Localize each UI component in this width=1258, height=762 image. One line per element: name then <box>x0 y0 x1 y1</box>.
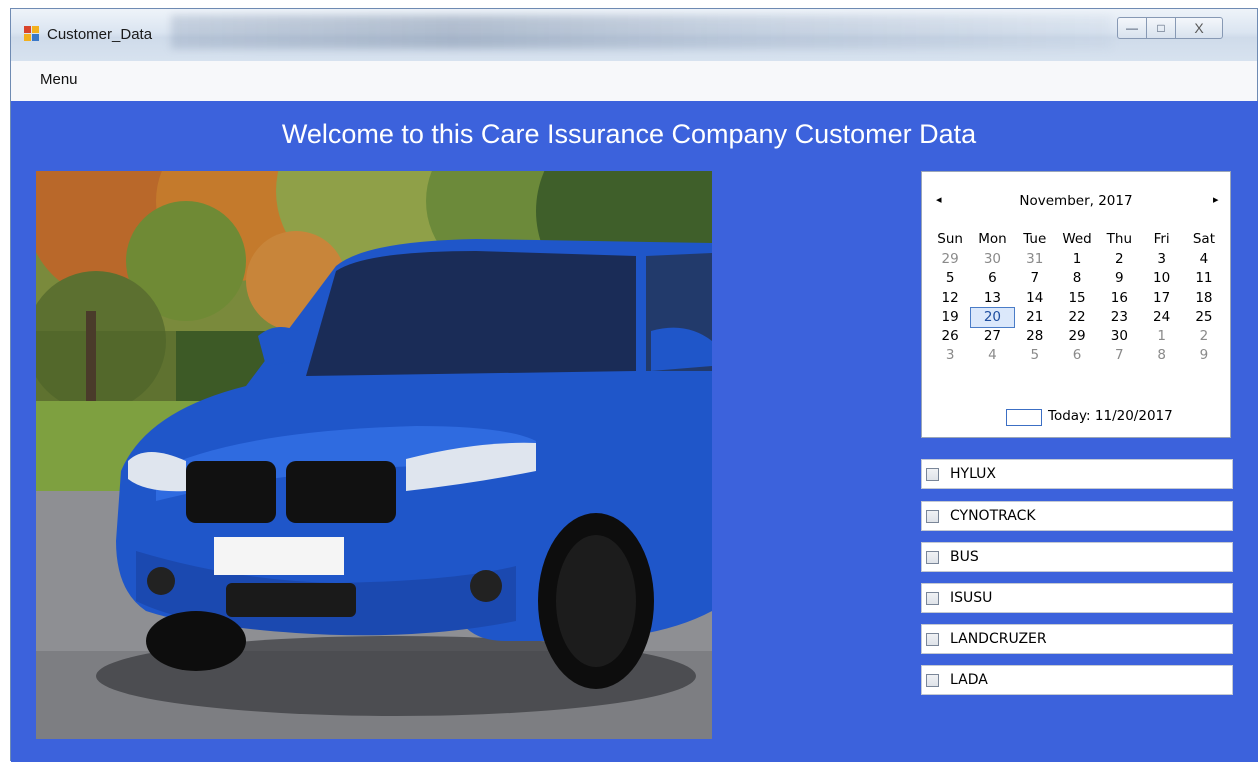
checkbox-label[interactable]: CYNOTRACK <box>950 508 1036 524</box>
checkbox-hylux[interactable]: HYLUX <box>921 459 1233 489</box>
checkbox-box[interactable] <box>926 468 939 481</box>
checkbox-label[interactable]: HYLUX <box>950 466 996 482</box>
calendar-day[interactable]: 5 <box>929 269 971 288</box>
weekday-header: Sat <box>1192 231 1215 247</box>
weekday-header: Thu <box>1106 231 1133 247</box>
calendar-day[interactable]: 6 <box>971 269 1013 288</box>
close-icon: X <box>1194 20 1204 36</box>
checkbox-box[interactable] <box>926 551 939 564</box>
calendar-day[interactable]: 12 <box>929 289 971 308</box>
checkbox-box[interactable] <box>926 510 939 523</box>
calendar-day[interactable]: 2 <box>1183 327 1225 346</box>
calendar-day[interactable]: 1 <box>1056 250 1098 269</box>
weekday-header: Wed <box>1062 231 1092 247</box>
calendar-today-link[interactable]: Today: 11/20/2017 <box>1048 408 1173 424</box>
checkbox-lada[interactable]: LADA <box>921 665 1233 695</box>
calendar-day[interactable]: 22 <box>1056 308 1098 327</box>
title-bar[interactable]: Customer_Data — □ X <box>11 9 1257 61</box>
calendar-day[interactable]: 19 <box>929 308 971 327</box>
today-marker <box>1006 409 1042 426</box>
calendar-day[interactable]: 13 <box>971 289 1013 308</box>
calendar-day[interactable]: 7 <box>1098 346 1140 365</box>
checkbox-landcruzer[interactable]: LANDCRUZER <box>921 624 1233 654</box>
calendar-day[interactable]: 15 <box>1056 289 1098 308</box>
form-client-area: Welcome to this Care Issurance Company C… <box>11 101 1258 762</box>
checkbox-label[interactable]: BUS <box>950 549 979 565</box>
checkbox-label[interactable]: ISUSU <box>950 590 992 606</box>
calendar-day[interactable]: 25 <box>1183 308 1225 327</box>
calendar-day[interactable]: 30 <box>1098 327 1140 346</box>
calendar-day[interactable]: 31 <box>1014 250 1056 269</box>
calendar-day[interactable]: 27 <box>971 327 1013 346</box>
checkbox-bus[interactable]: BUS <box>921 542 1233 572</box>
app-window: Customer_Data — □ X Menu Welcome to this… <box>10 8 1258 762</box>
calendar-day[interactable]: 8 <box>1056 269 1098 288</box>
checkbox-isusu[interactable]: ISUSU <box>921 583 1233 613</box>
chevron-right-icon[interactable]: ▸ <box>1213 193 1219 206</box>
calendar-day[interactable]: 16 <box>1098 289 1140 308</box>
weekday-header: Sun <box>937 231 963 247</box>
calendar-day[interactable]: 9 <box>1098 269 1140 288</box>
weekday-header: Mon <box>978 231 1007 247</box>
close-button[interactable]: X <box>1175 17 1223 39</box>
calendar-month-label[interactable]: November, 2017 <box>922 193 1230 209</box>
calendar-day[interactable]: 4 <box>971 346 1013 365</box>
calendar-day[interactable]: 29 <box>1056 327 1098 346</box>
app-icon[interactable] <box>24 26 40 42</box>
calendar-day[interactable]: 24 <box>1140 308 1182 327</box>
checkbox-box[interactable] <box>926 674 939 687</box>
calendar-day-selected[interactable]: 20 <box>970 306 1015 328</box>
calendar-day[interactable]: 26 <box>929 327 971 346</box>
calendar-day[interactable]: 9 <box>1183 346 1225 365</box>
maximize-icon: □ <box>1157 21 1165 35</box>
car-picture <box>36 171 712 739</box>
calendar-grid: Sun Mon Tue Wed Thu Fri Sat 29 30 31 1 2… <box>929 230 1225 365</box>
checkbox-cynotrack[interactable]: CYNOTRACK <box>921 501 1233 531</box>
page-title: Welcome to this Care Issurance Company C… <box>281 119 977 149</box>
calendar-day[interactable]: 29 <box>929 250 971 269</box>
weekday-header: Tue <box>1023 231 1047 247</box>
calendar-day[interactable]: 11 <box>1183 269 1225 288</box>
calendar-day[interactable]: 3 <box>929 346 971 365</box>
calendar-day[interactable]: 6 <box>1056 346 1098 365</box>
checkbox-label[interactable]: LANDCRUZER <box>950 631 1047 647</box>
checkbox-box[interactable] <box>926 633 939 646</box>
maximize-button[interactable]: □ <box>1146 17 1176 39</box>
month-calendar[interactable]: ◂ November, 2017 ▸ Sun Mon Tue Wed Thu F… <box>921 171 1231 438</box>
minimize-button[interactable]: — <box>1117 17 1147 39</box>
calendar-day[interactable]: 30 <box>971 250 1013 269</box>
calendar-day[interactable]: 4 <box>1183 250 1225 269</box>
menu-item-menu[interactable]: Menu <box>40 71 78 88</box>
calendar-day[interactable]: 14 <box>1014 289 1056 308</box>
minimize-icon: — <box>1126 21 1138 35</box>
calendar-day[interactable]: 8 <box>1140 346 1182 365</box>
calendar-day[interactable]: 2 <box>1098 250 1140 269</box>
calendar-day[interactable]: 17 <box>1140 289 1182 308</box>
calendar-day[interactable]: 10 <box>1140 269 1182 288</box>
menu-bar: Menu <box>11 61 1257 101</box>
calendar-day[interactable]: 28 <box>1014 327 1056 346</box>
calendar-day[interactable]: 18 <box>1183 289 1225 308</box>
calendar-day[interactable]: 5 <box>1014 346 1056 365</box>
checkbox-box[interactable] <box>926 592 939 605</box>
calendar-day[interactable]: 21 <box>1014 308 1056 327</box>
checkbox-label[interactable]: LADA <box>950 672 988 688</box>
window-title: Customer_Data <box>47 26 153 43</box>
calendar-day[interactable]: 7 <box>1014 269 1056 288</box>
calendar-day[interactable]: 1 <box>1140 327 1182 346</box>
calendar-day[interactable]: 23 <box>1098 308 1140 327</box>
weekday-header: Fri <box>1153 231 1170 247</box>
calendar-day[interactable]: 3 <box>1140 250 1182 269</box>
